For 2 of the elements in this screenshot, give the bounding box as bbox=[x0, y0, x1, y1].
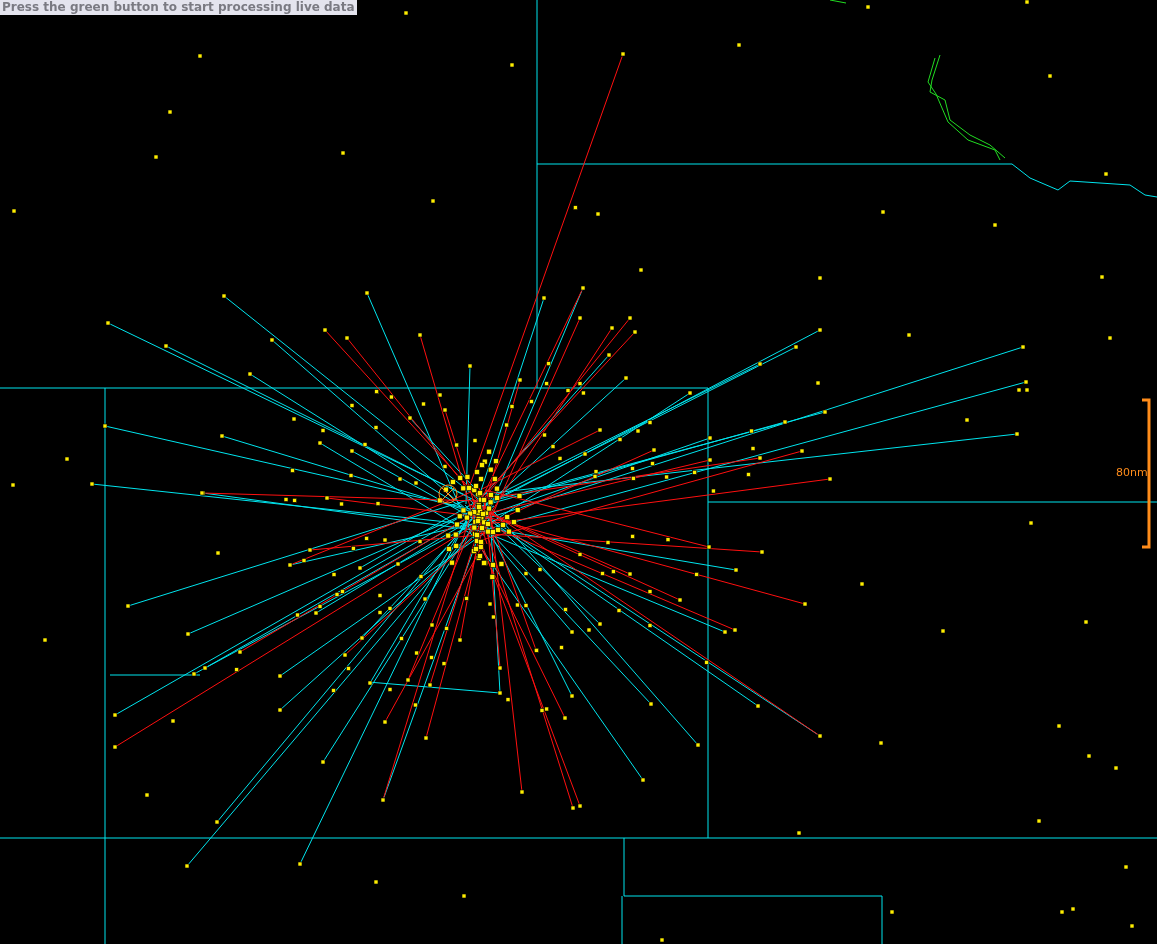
scale-label: 80nm bbox=[1116, 466, 1148, 479]
status-banner: Press the green button to start processing live data bbox=[0, 0, 357, 15]
